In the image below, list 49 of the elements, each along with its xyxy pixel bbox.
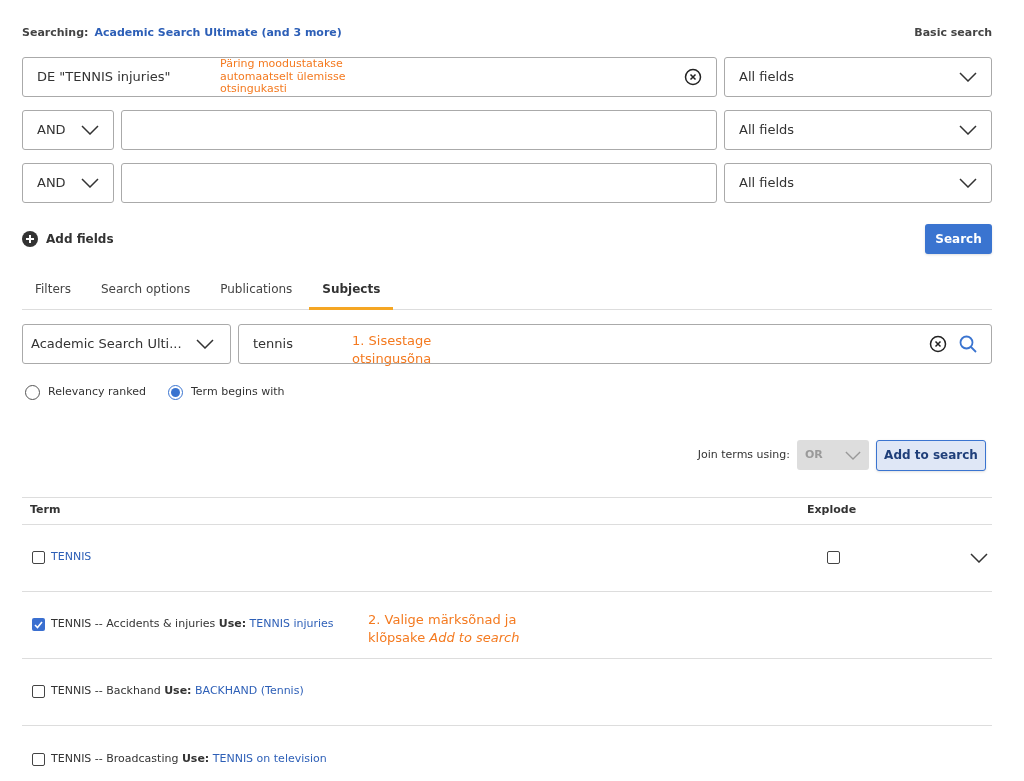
- chevron-down-icon: [196, 339, 214, 349]
- search-input-field[interactable]: [121, 110, 717, 150]
- annotation-note: Päring moodustatakse automaatselt ülemisse otsingukasti: [220, 58, 346, 96]
- add-fields-button[interactable]: Add fields: [22, 230, 114, 248]
- term-text: TENNIS -- Accidents & injuries Use: TENNIS injuries: [51, 616, 334, 633]
- checkbox[interactable]: [827, 551, 840, 564]
- use-link[interactable]: BACKHAND (Tennis): [195, 684, 304, 698]
- operator-dropdown[interactable]: AND: [22, 163, 114, 203]
- databases-link[interactable]: Academic Search Ultimate (and 3 more): [94, 24, 342, 42]
- term-text: TENNIS -- Backhand Use: BACKHAND (Tennis): [51, 683, 304, 700]
- checkbox[interactable]: [32, 752, 45, 766]
- tab[interactable]: Search options: [88, 270, 204, 310]
- chevron-down-icon: [81, 125, 99, 135]
- checkbox[interactable]: [32, 685, 45, 698]
- use-link[interactable]: TENNIS injuries: [249, 617, 334, 631]
- chevron-down-icon: [970, 552, 988, 563]
- searching-label: Searching:: [22, 24, 89, 41]
- annotation-note: 2. Valige märksõnad ja klõpsake Add to search: [368, 611, 520, 647]
- term-text: TENNIS -- Broadcasting Use: TENNIS on television: [51, 750, 327, 767]
- add-to-search-button[interactable]: Add to search: [876, 439, 986, 471]
- search-input-field[interactable]: [121, 163, 717, 203]
- database-dropdown[interactable]: Academic Search Ulti...: [22, 324, 231, 364]
- chevron-down-icon: [959, 178, 977, 188]
- operator-dropdown[interactable]: AND: [22, 110, 114, 150]
- chevron-down-icon: [81, 178, 99, 188]
- field-dropdown[interactable]: All fields: [724, 163, 992, 203]
- column-header: Term: [30, 502, 62, 519]
- column-header: Explode: [807, 502, 857, 519]
- radio-label: Relevancy ranked: [48, 384, 146, 400]
- tab[interactable]: Publications: [207, 270, 306, 310]
- tab[interactable]: Subjects: [309, 270, 394, 310]
- field-dropdown[interactable]: All fields: [724, 110, 992, 150]
- use-link[interactable]: TENNIS on television: [212, 751, 327, 765]
- term-link[interactable]: TENNIS: [51, 549, 92, 566]
- checkbox[interactable]: [32, 618, 45, 631]
- plus-icon: [22, 231, 38, 247]
- checkbox[interactable]: [32, 551, 45, 564]
- join-terms-label: Join terms using:: [697, 446, 790, 463]
- tab[interactable]: Filters: [22, 270, 84, 310]
- clear-icon[interactable]: [929, 335, 947, 353]
- chevron-down-icon: [959, 72, 977, 82]
- clear-icon[interactable]: [684, 68, 702, 86]
- search-icon[interactable]: [959, 335, 977, 353]
- chevron-down-icon: [959, 125, 977, 135]
- basic-search-link[interactable]: Basic search: [914, 24, 992, 42]
- search-button[interactable]: Search: [925, 224, 992, 254]
- chevron-down-icon: [845, 450, 861, 460]
- radio-label: Term begins with: [191, 384, 285, 400]
- field-dropdown[interactable]: All fields: [724, 57, 992, 97]
